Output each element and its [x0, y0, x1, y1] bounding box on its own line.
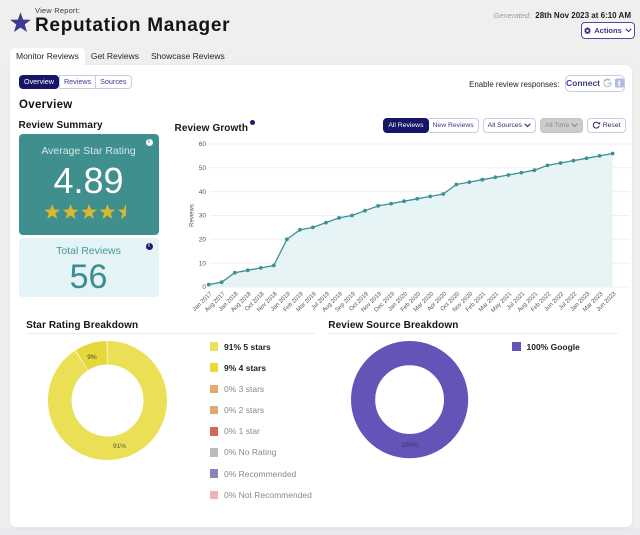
svg-text:20: 20 — [198, 237, 206, 244]
svg-text:0: 0 — [202, 284, 206, 291]
svg-text:91%: 91% — [113, 443, 126, 450]
svg-text:40: 40 — [198, 189, 206, 196]
svg-text:10: 10 — [198, 260, 206, 267]
svg-text:50: 50 — [198, 165, 206, 172]
svg-text:9%: 9% — [87, 354, 97, 361]
svg-text:30: 30 — [198, 213, 206, 220]
svg-text:60: 60 — [198, 141, 206, 148]
svg-text:100%: 100% — [401, 442, 418, 449]
svg-text:Reviews: Reviews — [189, 204, 195, 227]
